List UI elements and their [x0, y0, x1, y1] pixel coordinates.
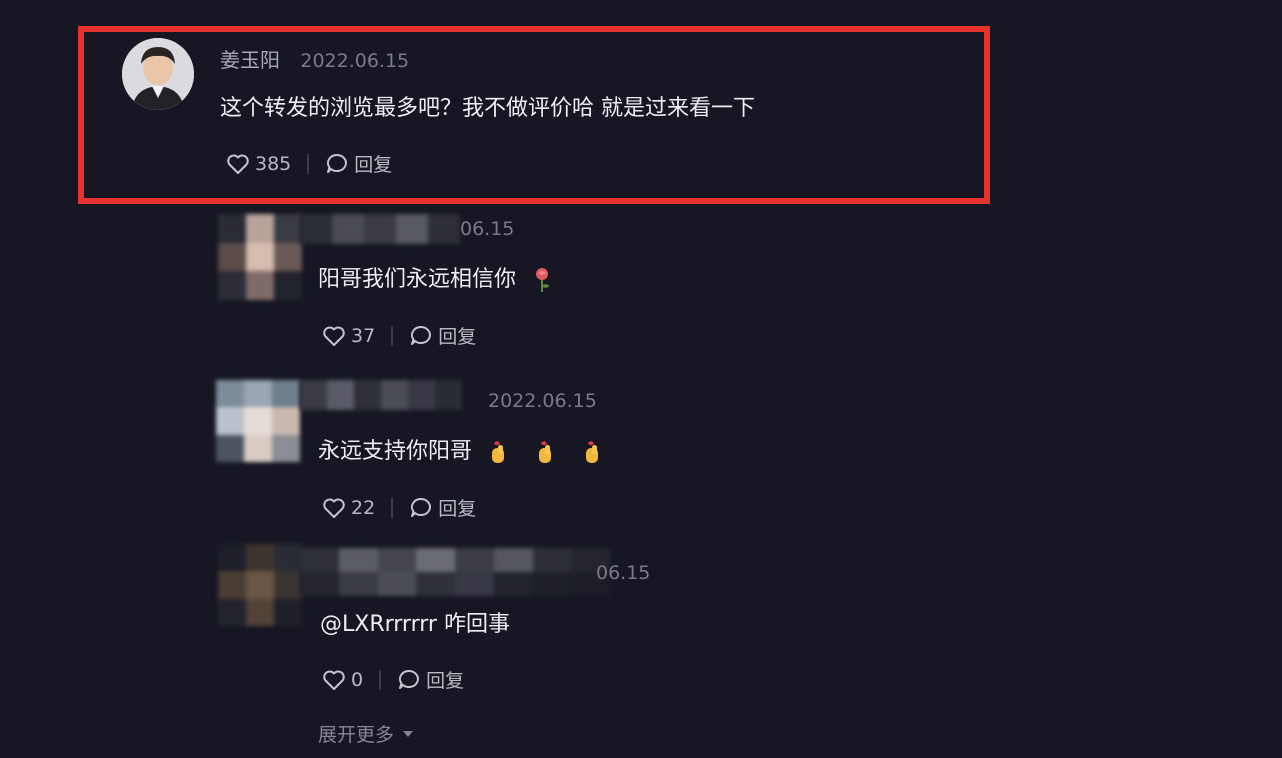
heart-icon	[227, 154, 249, 174]
like-count: 0	[351, 668, 364, 691]
reply-bubble-icon	[411, 325, 432, 345]
blurred-avatar[interactable]	[216, 380, 300, 462]
chevron-down-icon	[403, 730, 414, 737]
expand-more-button[interactable]: 展开更多	[318, 720, 414, 747]
username[interactable]: 姜玉阳	[220, 48, 280, 72]
blurred-avatar[interactable]	[218, 544, 302, 626]
comment-header: 2022.06.15	[488, 388, 597, 412]
comment-header: 06.15	[596, 560, 650, 584]
heart-icon	[323, 670, 345, 690]
like-count: 37	[351, 324, 376, 347]
avatar-image	[122, 38, 194, 110]
blurred-username[interactable]	[300, 380, 462, 410]
heart-icon	[323, 498, 345, 518]
rose-icon	[536, 268, 550, 292]
blurred-avatar[interactable]	[218, 214, 302, 301]
comment-actions: 37 回复	[322, 322, 476, 349]
divider	[391, 325, 394, 346]
like-count: 22	[351, 496, 376, 519]
finger-heart-icon	[539, 441, 552, 463]
finger-heart-icon	[492, 441, 505, 463]
reply-bubble-icon	[399, 669, 420, 689]
comment-text: 阳哥我们永远相信你	[318, 261, 553, 293]
divider	[307, 153, 310, 174]
divider	[391, 497, 394, 518]
divider	[379, 669, 382, 690]
like-button[interactable]: 37	[322, 325, 375, 347]
like-button[interactable]: 22	[322, 497, 375, 519]
comment-text-content: 阳哥我们永远相信你	[318, 267, 517, 292]
comment-header: 姜玉阳 2022.06.15	[220, 44, 409, 73]
comment-actions: 0 回复	[322, 666, 464, 693]
reply-label: 回复	[438, 326, 477, 348]
comment-actions: 385 回复	[226, 150, 392, 177]
like-button[interactable]: 0	[322, 669, 363, 691]
reply-button[interactable]: 回复	[409, 322, 476, 349]
like-count: 385	[255, 152, 292, 175]
reply-label: 回复	[438, 498, 477, 520]
reply-button[interactable]: 回复	[409, 494, 476, 521]
comment-date: 06.15	[596, 562, 651, 584]
like-button[interactable]: 385	[226, 153, 291, 175]
comment-actions: 22 回复	[322, 494, 476, 521]
comment-text: 永远支持你阳哥	[318, 433, 603, 465]
finger-heart-icon	[586, 441, 599, 463]
reply-label: 回复	[426, 670, 465, 692]
expand-more-label: 展开更多	[318, 724, 395, 746]
comment-date: 2022.06.15	[300, 50, 410, 72]
reply-bubble-icon	[411, 497, 432, 517]
comment-text: 这个转发的浏览最多吧？我不做评价哈 就是过来看一下	[220, 96, 755, 121]
blurred-username[interactable]	[300, 548, 610, 596]
comment-header: 06.15	[460, 216, 514, 240]
comment-text: @LXRrrrrrr 咋回事	[320, 612, 510, 637]
comment-text-content: 永远支持你阳哥	[318, 439, 473, 464]
heart-icon	[323, 326, 345, 346]
blurred-username[interactable]	[300, 214, 460, 244]
comment-section: 姜玉阳 2022.06.15 这个转发的浏览最多吧？我不做评价哈 就是过来看一下…	[0, 0, 1282, 758]
reply-label: 回复	[354, 154, 393, 176]
comment-date: 2022.06.15	[488, 390, 597, 412]
reply-bubble-icon	[327, 153, 348, 173]
comment-date: 06.15	[460, 218, 515, 240]
avatar[interactable]	[122, 38, 194, 110]
reply-button[interactable]: 回复	[325, 150, 392, 177]
reply-button[interactable]: 回复	[397, 666, 464, 693]
